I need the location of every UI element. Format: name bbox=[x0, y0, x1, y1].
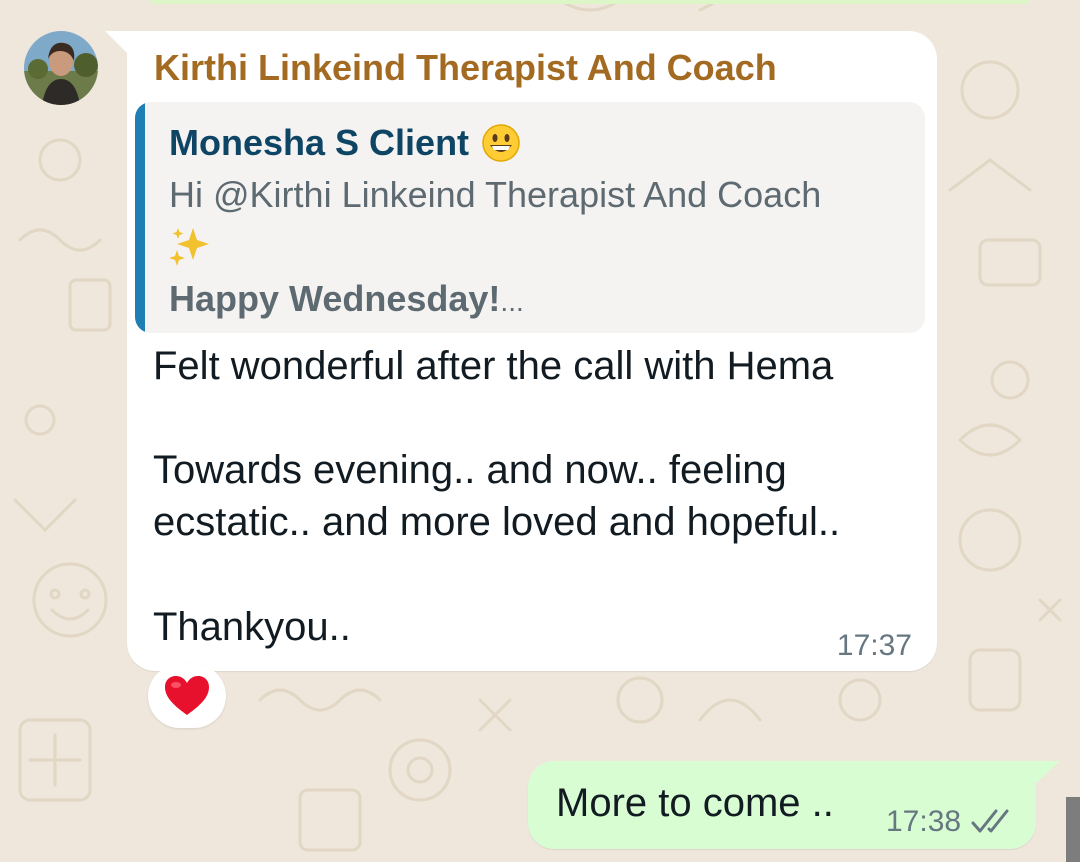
sender-avatar[interactable] bbox=[24, 31, 98, 105]
message-line: Towards evening.. and now.. feeling bbox=[153, 448, 787, 492]
outgoing-meta: 17:38 bbox=[886, 805, 1015, 839]
bubble-tail bbox=[105, 31, 129, 55]
quoted-bold-line: Happy Wednesday!... bbox=[169, 278, 524, 320]
outgoing-timestamp: 17:38 bbox=[886, 805, 962, 838]
message-line: Thankyou.. bbox=[153, 605, 351, 649]
quoted-truncation: ... bbox=[500, 286, 524, 317]
quote-accent-bar bbox=[135, 102, 145, 333]
quoted-text-line: Hi @Kirthi Linkeind Therapist And Coach bbox=[169, 174, 822, 215]
previous-message-edge bbox=[150, 0, 1030, 4]
scrollbar-thumb[interactable] bbox=[1066, 797, 1080, 862]
bubble-tail bbox=[1034, 761, 1060, 785]
outgoing-message-text: More to come .. bbox=[556, 781, 834, 825]
quoted-author: Monesha S Client bbox=[169, 122, 521, 164]
avatar-photo bbox=[24, 31, 98, 105]
incoming-timestamp: 17:37 bbox=[836, 629, 912, 662]
quoted-author-name: Monesha S Client bbox=[169, 122, 470, 163]
sparkles-icon bbox=[169, 226, 213, 271]
message-line: ecstatic.. and more loved and hopeful.. bbox=[153, 500, 841, 544]
quoted-bold-text: Happy Wednesday! bbox=[169, 278, 501, 319]
sender-name[interactable]: Kirthi Linkeind Therapist And Coach bbox=[154, 47, 777, 89]
incoming-message-bubble[interactable]: Kirthi Linkeind Therapist And Coach Mone… bbox=[105, 31, 937, 671]
quoted-message[interactable]: Monesha S Client Hi @Kirthi Linkeind The… bbox=[135, 102, 925, 333]
message-reaction[interactable] bbox=[148, 664, 226, 728]
double-check-icon bbox=[971, 809, 1009, 833]
outgoing-message-bubble[interactable]: More to come .. 17:38 bbox=[528, 761, 1060, 849]
grinning-face-icon bbox=[482, 124, 520, 162]
red-heart-icon bbox=[165, 676, 209, 715]
message-line: Felt wonderful after the call with Hema bbox=[153, 344, 834, 388]
